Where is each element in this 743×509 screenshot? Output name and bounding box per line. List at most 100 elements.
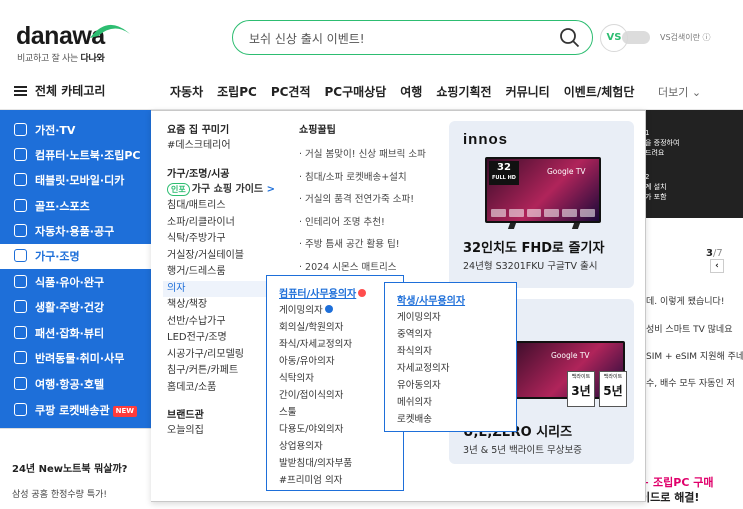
subcategory-column: 요즘 집 꾸미기 #데스크테리어 가구/조명/시공 인포 가구 쇼핑 가이드 > … [163,121,277,440]
flyout-item[interactable]: 회의실/학원의자 [279,319,343,333]
nav-link-travel[interactable]: 여행 [400,83,422,100]
size-badge-number: 32 [497,162,511,173]
news-line[interactable]: 성비 스마트 TV 많네요 [646,322,732,335]
info-badge: 인포 [167,182,190,196]
tip-link[interactable]: · 거실의 품격 전연가죽 소파! [299,189,449,212]
vs-help-link[interactable]: VS검색이란 ⓘ [660,32,711,43]
flyout-item[interactable]: 식탁의자 [279,370,314,384]
warranty-5year-badge: 백라이트 5년 [599,371,627,407]
new-dot-icon [324,305,333,313]
hero-line: 2 [645,173,650,181]
nav-link-custom-pc[interactable]: 조립PC [217,83,257,100]
tip-link[interactable]: · 주방 틈새 공간 활용 팁! [299,234,449,257]
news-line[interactable]: SIM + eSIM 지원해 주네 [646,349,743,362]
sidebar-item-food[interactable]: 식품·유아·완구 [0,270,151,295]
flyout-item[interactable]: 유아동의자 [397,377,441,391]
flyout-item[interactable]: 메쉬의자 [397,394,432,408]
sidebar-item-golf[interactable]: 골프·스포츠 [0,194,151,219]
hero-line: 을 증정하여 [645,139,680,147]
nav-link-community[interactable]: 커뮤니티 [506,83,550,100]
search-icon[interactable] [559,27,580,48]
flyout-item[interactable]: 발받침대/의자부품 [279,455,352,469]
sidebar-item-coupang[interactable]: 쿠팡 로켓배송관 NEW [0,398,151,423]
sidebar-item-label: 반려동물·취미·사무 [35,352,125,365]
sidebar-item-fashion[interactable]: 패션·잡화·뷰티 [0,321,151,346]
subcategory-item[interactable]: 소파/리클라이너 [167,215,277,232]
tip-link[interactable]: · 인테리어 조명 추천! [299,212,449,235]
promo-card-fhd-tv[interactable]: innos 32 FULL HD Google TV 32인치도 FHD로 즐기자… [449,121,634,288]
subcategory-item[interactable]: #데스크테리어 [167,138,277,155]
brand-link[interactable]: 오늘의집 [167,423,277,440]
flyout-item[interactable]: 좌식의자 [397,343,432,357]
pet-icon [14,351,27,364]
flyout-item-gaming-chair[interactable]: 게이밍의자 [279,302,333,316]
sidebar-item-appliances[interactable]: 가전·TV [0,118,151,143]
sidebar-item-car[interactable]: 자동차·용품·공구 [0,219,151,244]
sidebar-item-living[interactable]: 생활·주방·건강 [0,295,151,320]
pager-prev-icon[interactable]: ‹ [710,259,724,273]
flyout-item[interactable]: 간이/접이식의자 [279,387,343,401]
flyout-item[interactable]: 자세교정의자 [397,360,449,374]
plane-icon [14,377,27,390]
pager-total: /7 [712,248,723,259]
flyout-item[interactable]: 상업용의자 [279,438,323,452]
flyout-item-rocket[interactable]: 로켓배송 [397,411,432,425]
flyout-heading-label: 컴퓨터/사무용의자 [279,289,357,300]
flyout-item[interactable]: 아동/유아의자 [279,353,335,367]
news-line[interactable]: 수, 배수 모두 자동인 저 [646,376,735,389]
nav-link-car[interactable]: 자동차 [170,83,203,100]
warranty-label: 백라이트 [571,374,591,380]
tip-link[interactable]: · 거실 봄맞이! 신상 패브릭 소파 [299,144,449,167]
sidebar-item-label: 자동차·용품·공구 [35,225,115,238]
food-icon [14,275,27,288]
tip-link[interactable]: · 침대/소파 로켓배송+설치 [299,167,449,190]
search-bar[interactable]: 보쉬 신상 출시 이벤트! [232,20,593,55]
flyout-item[interactable]: 다용도/야외의자 [279,421,343,435]
subcategory-item[interactable]: 선반/수납가구 [167,314,277,331]
tip-label: 2024 시몬스 매트리스 [305,261,397,273]
vs-button[interactable]: VS [600,24,628,52]
nav-link-shopping-event[interactable]: 쇼핑기획전 [436,83,491,100]
nav-links: 자동차 조립PC PC견적 PC구매상담 여행 쇼핑기획전 커뮤니티 이벤트/체… [170,83,648,100]
nav-more-button[interactable]: 더보기 ⌄ [658,84,701,100]
car-icon [14,224,27,237]
all-categories-button[interactable]: 전체 카테고리 [14,82,105,99]
subcategory-item[interactable]: 침구/커튼/카페트 [167,363,277,380]
search-input[interactable]: 보쉬 신상 출시 이벤트! [249,30,365,47]
nav-link-events[interactable]: 이벤트/체험단 [564,83,635,100]
nav-link-pc-consult[interactable]: PC구매상담 [325,83,387,100]
size-badge-sub: FULL HD [492,175,516,181]
tip-label: 거실의 품격 전연가죽 소파! [305,194,415,205]
promo-bottom[interactable]: + 조립PC 구매 이드로 해결! [640,475,714,505]
subcategory-item[interactable]: 홈데코/소품 [167,380,277,397]
subcategory-item-chair[interactable]: 의자 [163,280,267,297]
nav-link-pc-quote[interactable]: PC견적 [271,83,311,100]
subcategory-item[interactable]: 행거/드레스룸 [167,264,277,281]
news-title[interactable]: 24년 New노트북 뭐살까? [12,460,127,475]
subcategory-item[interactable]: 시공가구/리모델링 [167,347,277,364]
subcategory-item[interactable]: 식탁/주방가구 [167,231,277,248]
sidebar-item-furniture[interactable]: 가구·조명 [0,244,151,269]
sidebar-item-computers[interactable]: 컴퓨터·노트북·조립PC [0,143,151,168]
flyout-heading[interactable]: 컴퓨터/사무용의자 [279,285,367,300]
subcategory-item[interactable]: LED전구/조명 [167,330,277,347]
flyout-item[interactable]: 스툴 [279,404,296,418]
subcategory-item[interactable]: 거실장/거실테이블 [167,248,277,265]
furniture-guide-link[interactable]: 인포 가구 쇼핑 가이드 > [167,182,277,199]
flyout-heading[interactable]: 학생/사무용의자 [397,292,465,307]
sidebar-item-pet[interactable]: 반려동물·취미·사무 [0,346,151,371]
subcategory-item[interactable]: 침대/매트리스 [167,198,277,215]
flyout-item[interactable]: 중역의자 [397,326,432,340]
sidebar-item-mobile[interactable]: 태블릿·모바일·디카 [0,168,151,193]
group-heading: 요즘 집 꾸미기 [167,125,230,136]
flyout-item[interactable]: 게이밍의자 [397,309,441,323]
flyout-item[interactable]: 좌식/자세교정의자 [279,336,352,350]
news-line[interactable]: 데. 이렇게 됐습니다! [646,294,724,307]
flyout-item-premium[interactable]: #프리미엄 의자 [279,472,342,486]
group-heading: 가구/조명/시공 [167,168,230,180]
golf-icon [14,199,27,212]
sidebar-item-travel[interactable]: 여행·항공·호텔 [0,372,151,397]
google-tv-label: Google TV [547,167,586,176]
subcategory-item[interactable]: 책상/책장 [167,297,277,314]
news-subtitle[interactable]: 삼성 공홈 한정수량 특가! [12,487,107,500]
